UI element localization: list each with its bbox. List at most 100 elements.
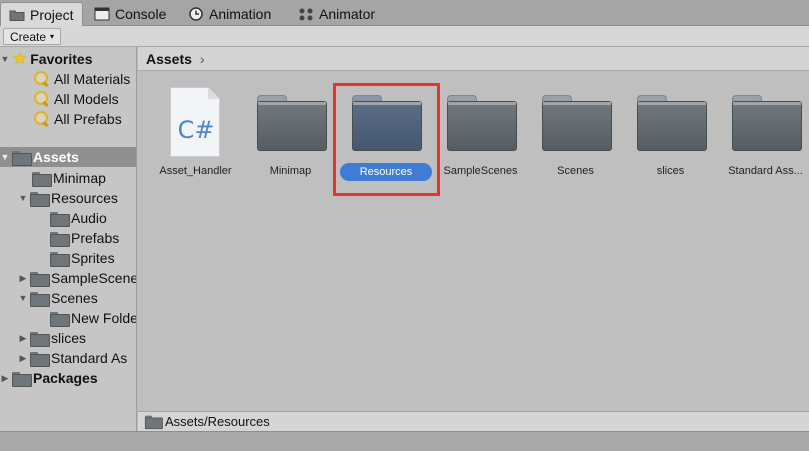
console-icon xyxy=(94,7,110,21)
tree-label: Assets xyxy=(33,149,79,165)
folder-icon xyxy=(30,351,50,367)
tree-label: Sprites xyxy=(71,250,115,266)
asset-item-scenes[interactable]: Scenes xyxy=(528,87,623,197)
tree-label: All Materials xyxy=(54,71,131,87)
folder-icon xyxy=(542,95,612,151)
csharp-label: C# xyxy=(177,116,215,144)
selection-path: Assets/Resources xyxy=(165,414,270,429)
create-label: Create xyxy=(10,29,47,44)
tree-label: Prefabs xyxy=(71,230,120,246)
folder-icon xyxy=(9,8,25,22)
clock-icon xyxy=(188,7,204,21)
highlight-box xyxy=(333,83,440,196)
asset-item-standard-assets[interactable]: Standard Ass... xyxy=(718,87,809,197)
asset-label: slices xyxy=(656,165,685,177)
tree-label: Standard As xyxy=(51,350,128,366)
tree-label: New Folde xyxy=(71,310,137,326)
folder-icon xyxy=(30,191,50,207)
folder-icon xyxy=(12,371,32,387)
folder-icon xyxy=(144,415,163,430)
folder-icon xyxy=(50,311,70,327)
search-filter-icon xyxy=(32,71,50,87)
tree-label: Audio xyxy=(71,210,107,226)
tree-item-standard-assets[interactable]: ▶ Standard As xyxy=(18,348,127,368)
expand-arrow-icon[interactable]: ▼ xyxy=(0,152,10,162)
folder-icon xyxy=(12,150,32,166)
chevron-right-icon: › xyxy=(199,50,205,67)
folder-icon xyxy=(30,271,50,287)
expand-arrow-icon[interactable]: ▼ xyxy=(18,193,28,203)
tree-item-slices[interactable]: ▶ slices xyxy=(18,328,86,348)
tab-bar: Project Console Animation Animator xyxy=(0,0,809,26)
tab-label: Animation xyxy=(209,6,272,22)
collapse-arrow-icon[interactable]: ▶ xyxy=(18,333,28,344)
tree-item-prefabs[interactable]: Prefabs xyxy=(50,228,119,248)
asset-label: Scenes xyxy=(557,165,594,177)
asset-item-samplescenes[interactable]: SampleScenes xyxy=(433,87,528,197)
folder-icon xyxy=(32,171,52,187)
caret-down-icon: ▾ xyxy=(50,32,55,41)
tab-project[interactable]: Project xyxy=(0,2,83,26)
tree-item-all-materials[interactable]: All Materials xyxy=(32,69,130,89)
tree-label: All Prefabs xyxy=(54,111,122,127)
folder-icon xyxy=(447,95,517,151)
folder-icon xyxy=(50,211,70,227)
selection-path-bar: Assets/Resources xyxy=(138,411,809,431)
tree-item-samplescenes[interactable]: ▶ SampleScene xyxy=(18,268,137,288)
bottom-status-strip xyxy=(0,431,809,451)
asset-label: Asset_Handler xyxy=(159,165,232,177)
animator-icon xyxy=(298,7,314,21)
tree-item-sprites[interactable]: Sprites xyxy=(50,248,115,268)
folder-icon xyxy=(732,95,802,151)
search-filter-icon xyxy=(32,111,50,127)
csharp-script-icon: C# xyxy=(170,87,220,157)
tree-label: Scenes xyxy=(51,290,98,306)
project-toolbar: Create ▾ xyxy=(0,26,809,47)
asset-grid-panel: Assets › C# Asset_Handler Minimap Resour… xyxy=(138,47,809,411)
folder-icon xyxy=(50,251,70,267)
collapse-arrow-icon[interactable]: ▶ xyxy=(18,353,28,364)
tree-label: All Models xyxy=(54,91,119,107)
collapse-arrow-icon[interactable]: ▶ xyxy=(0,373,10,384)
project-tree-panel: ▼ ★ Favorites All Materials All Models A… xyxy=(0,47,137,431)
tree-item-all-prefabs[interactable]: All Prefabs xyxy=(32,109,122,129)
breadcrumb: Assets › xyxy=(138,47,809,71)
tree-item-scenes[interactable]: ▼ Scenes xyxy=(18,288,98,308)
folder-icon xyxy=(30,291,50,307)
tree-label: Minimap xyxy=(53,170,106,186)
asset-label: Standard Ass... xyxy=(728,165,803,177)
tree-item-resources[interactable]: ▼ Resources xyxy=(18,188,118,208)
create-dropdown-button[interactable]: Create ▾ xyxy=(3,28,62,45)
folder-icon xyxy=(637,95,707,151)
tab-animation[interactable]: Animation xyxy=(180,2,279,26)
expand-arrow-icon[interactable]: ▼ xyxy=(0,54,10,64)
tab-label: Animator xyxy=(319,6,376,22)
tree-label: SampleScene xyxy=(51,270,137,286)
search-filter-icon xyxy=(32,91,50,107)
expand-arrow-icon[interactable]: ▼ xyxy=(18,293,28,303)
tree-item-packages[interactable]: ▶ Packages xyxy=(0,368,98,388)
tree-item-minimap[interactable]: Minimap xyxy=(32,168,106,188)
tree-item-assets[interactable]: ▼ Assets xyxy=(0,147,136,167)
tree-item-favorites[interactable]: ▼ ★ Favorites xyxy=(0,49,93,69)
tab-label: Console xyxy=(115,6,167,22)
tree-item-audio[interactable]: Audio xyxy=(50,208,107,228)
asset-label: SampleScenes xyxy=(443,165,518,177)
tree-label: Resources xyxy=(51,190,118,206)
asset-item-minimap[interactable]: Minimap xyxy=(243,87,338,197)
tree-label: Packages xyxy=(33,370,98,386)
tab-label: Project xyxy=(30,6,74,23)
asset-label: Minimap xyxy=(269,165,312,177)
folder-icon xyxy=(50,231,70,247)
folder-icon xyxy=(257,95,327,151)
collapse-arrow-icon[interactable]: ▶ xyxy=(18,273,28,284)
star-icon: ★ xyxy=(12,49,28,68)
tree-item-all-models[interactable]: All Models xyxy=(32,89,119,109)
breadcrumb-assets[interactable]: Assets xyxy=(146,51,192,67)
asset-item-slices[interactable]: slices xyxy=(623,87,718,197)
tab-console[interactable]: Console xyxy=(86,2,174,26)
tab-animator[interactable]: Animator xyxy=(290,2,383,26)
folder-icon xyxy=(30,331,50,347)
tree-item-new-folder[interactable]: New Folde xyxy=(50,308,137,328)
asset-item-asset-handler[interactable]: C# Asset_Handler xyxy=(148,87,243,197)
